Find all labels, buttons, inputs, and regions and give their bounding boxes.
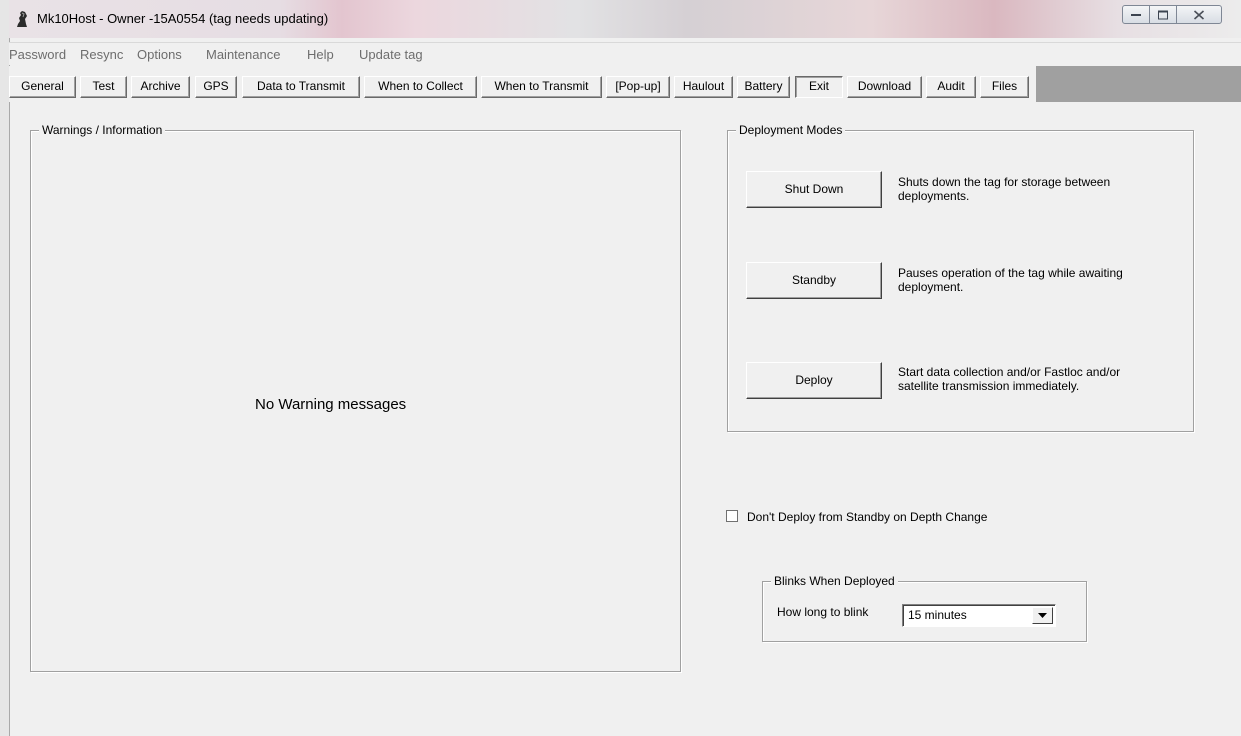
maximize-button[interactable]	[1149, 5, 1177, 24]
tab-battery[interactable]: Battery	[737, 76, 790, 98]
tab-general[interactable]: General	[9, 76, 76, 98]
window-left-edge	[0, 0, 10, 736]
blink-duration-label: How long to blink	[777, 605, 869, 619]
dont-deploy-label: Don't Deploy from Standby on Depth Chang…	[747, 510, 988, 524]
shut-down-description: Shuts down the tag for storage between d…	[898, 175, 1111, 203]
tab-audit[interactable]: Audit	[926, 76, 976, 98]
deploy-button[interactable]: Deploy	[746, 362, 882, 399]
tab-when-to-transmit[interactable]: When to Transmit	[481, 76, 602, 98]
tab-archive[interactable]: Archive	[131, 76, 190, 98]
menu-maintenance[interactable]: Maintenance	[206, 47, 280, 62]
tab-gps[interactable]: GPS	[195, 76, 237, 98]
dont-deploy-checkbox[interactable]	[726, 510, 738, 522]
menu-resync[interactable]: Resync	[80, 47, 123, 62]
tab-test[interactable]: Test	[80, 76, 127, 98]
tab-haulout[interactable]: Haulout	[674, 76, 733, 98]
blink-duration-value: 15 minutes	[908, 608, 967, 622]
blinks-title: Blinks When Deployed	[771, 574, 898, 588]
tab-bar-strip: General Test Archive GPS Data to Transmi…	[9, 66, 1036, 102]
warnings-message: No Warning messages	[255, 396, 407, 413]
tab-download[interactable]: Download	[847, 76, 922, 98]
standby-button[interactable]: Standby	[746, 262, 882, 299]
menu-update-tag[interactable]: Update tag	[359, 47, 423, 62]
window-title: Mk10Host - Owner -15A0554 (tag needs upd…	[37, 11, 329, 26]
close-icon	[1193, 9, 1205, 20]
tab-when-to-collect[interactable]: When to Collect	[364, 76, 477, 98]
minimize-button[interactable]	[1122, 5, 1150, 24]
tab-data-to-transmit[interactable]: Data to Transmit	[242, 76, 360, 98]
menu-help[interactable]: Help	[307, 47, 334, 62]
menu-bar: Password Resync Options Maintenance Help…	[9, 42, 1241, 65]
standby-description: Pauses operation of the tag while awaiti…	[898, 266, 1123, 294]
blink-duration-select[interactable]: 15 minutes	[902, 604, 1056, 627]
menu-password[interactable]: Password	[9, 47, 66, 62]
maximize-icon	[1158, 10, 1168, 19]
tab-files[interactable]: Files	[980, 76, 1029, 98]
blink-duration-dropdown-button[interactable]	[1032, 607, 1053, 624]
deploy-description: Start data collection and/or Fastloc and…	[898, 365, 1121, 393]
shut-down-button[interactable]: Shut Down	[746, 171, 882, 208]
close-button[interactable]	[1176, 5, 1222, 24]
tab-exit[interactable]: Exit	[795, 76, 843, 98]
tab-popup[interactable]: [Pop-up]	[606, 76, 670, 98]
deployment-modes-title: Deployment Modes	[736, 123, 846, 137]
app-icon	[17, 11, 27, 27]
chevron-down-icon	[1038, 613, 1047, 618]
minimize-icon	[1131, 13, 1141, 16]
warnings-title: Warnings / Information	[39, 123, 166, 137]
menu-options[interactable]: Options	[137, 47, 182, 62]
title-bar[interactable]: Mk10Host - Owner -15A0554 (tag needs upd…	[9, 0, 1241, 38]
tab-bar: General Test Archive GPS Data to Transmi…	[9, 66, 1241, 102]
